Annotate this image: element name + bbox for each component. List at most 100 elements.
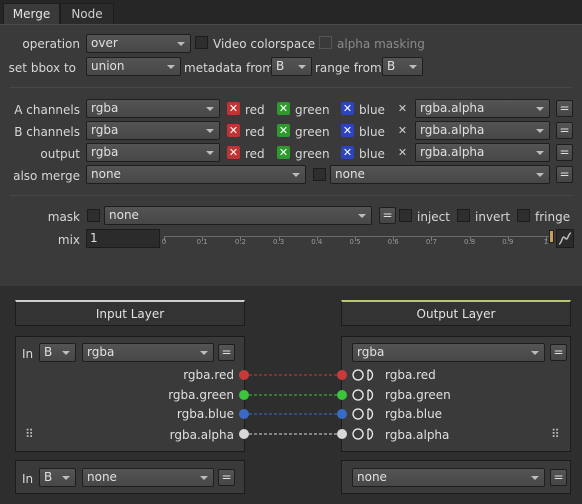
slider-tick-label: 0 (161, 238, 167, 246)
slider-tick-label: 0.3 (273, 238, 285, 246)
b-green-checkbox[interactable]: ✕ (277, 124, 290, 137)
drag-handle-icon[interactable]: ⠿ (551, 427, 560, 441)
tab-node[interactable]: Node (60, 3, 114, 24)
channel-dot[interactable] (239, 390, 249, 400)
b-blue-checkbox[interactable]: ✕ (341, 124, 354, 137)
also-merge-dropdown-1[interactable]: none (86, 165, 306, 184)
channel-mode-icon[interactable] (352, 428, 374, 440)
channel-dot[interactable] (337, 409, 347, 419)
separator (10, 195, 572, 196)
input-layer-link-button[interactable]: = (218, 344, 235, 361)
range-from-dropdown[interactable]: B (382, 57, 423, 76)
output-red-checkbox[interactable]: ✕ (227, 146, 240, 159)
mix-input[interactable]: 1 (86, 229, 160, 248)
output-link-button[interactable]: = (556, 144, 573, 161)
b-channels-link-button[interactable]: = (556, 122, 573, 139)
mask-value: none (109, 208, 139, 222)
separator (10, 87, 572, 88)
b-red-checkbox[interactable]: ✕ (227, 124, 240, 137)
a-alpha-checkbox[interactable]: ✕ (396, 102, 409, 115)
slider-tick-label: 0.5 (349, 238, 361, 246)
channel-dot[interactable] (239, 409, 249, 419)
b-channels-layer-dropdown[interactable]: rgba (86, 121, 220, 140)
chevron-down-icon (536, 107, 544, 111)
mix-slider[interactable]: 0 0.1 0.2 0.3 0.4 0.5 0.6 0.7 0.8 0.9 1 (162, 229, 554, 249)
output-alpha-checkbox[interactable]: ✕ (396, 146, 409, 159)
a-red-checkbox[interactable]: ✕ (227, 102, 240, 115)
input-layer-dropdown[interactable]: rgba (82, 343, 214, 362)
output-channel-blue: rgba.blue (385, 407, 443, 421)
output-blue-checkbox[interactable]: ✕ (341, 146, 354, 159)
tab-merge[interactable]: Merge (3, 3, 60, 24)
operation-label: operation (22, 37, 80, 51)
a-channels-layer-dropdown[interactable]: rgba (86, 99, 220, 118)
animation-curve-button[interactable] (556, 229, 574, 248)
invert-checkbox[interactable] (457, 209, 470, 222)
also-merge-value-1: none (91, 167, 121, 181)
fringe-checkbox[interactable] (517, 209, 530, 222)
input-source-dropdown[interactable]: B (39, 343, 76, 362)
mask-dropdown[interactable]: none (104, 206, 372, 225)
channel-dot[interactable] (239, 429, 249, 439)
output-layer-link-button-2[interactable]: = (550, 469, 567, 486)
also-merge-dropdown-2[interactable]: none (330, 165, 550, 184)
a-red-label: red (245, 103, 265, 117)
also-merge-checkbox[interactable] (313, 168, 326, 181)
mix-slider-ticks: 0 0.1 0.2 0.3 0.4 0.5 0.6 0.7 0.8 0.9 1 (162, 229, 554, 249)
mix-label: mix (57, 233, 80, 247)
output-layer-dropdown-2[interactable]: none (352, 468, 545, 487)
mask-link-button[interactable]: = (379, 207, 396, 224)
set-bbox-dropdown[interactable]: union (86, 57, 181, 76)
a-green-checkbox[interactable]: ✕ (277, 102, 290, 115)
a-channels-link-button[interactable]: = (556, 100, 573, 117)
metadata-from-dropdown[interactable]: B (271, 57, 312, 76)
output-label: output (40, 147, 80, 161)
slider-tick-label: 0.4 (311, 238, 323, 246)
a-blue-checkbox[interactable]: ✕ (341, 102, 354, 115)
channel-dot[interactable] (337, 370, 347, 380)
shuffle-connections (239, 369, 374, 440)
alpha-masking-checkbox[interactable] (319, 36, 332, 49)
input-layer-dropdown-2[interactable]: none (82, 468, 214, 487)
input-source-dropdown-2[interactable]: B (39, 468, 76, 487)
also-merge-value-2: none (335, 167, 365, 181)
tab-bar: Merge Node (0, 0, 582, 24)
chevron-down-icon (536, 129, 544, 133)
operation-dropdown[interactable]: over (86, 34, 191, 53)
b-alpha-value: rgba.alpha (420, 123, 485, 137)
output-layer-dropdown[interactable]: rgba (86, 143, 220, 162)
slider-tick-label: 0.1 (196, 238, 208, 246)
mask-checkbox[interactable] (87, 209, 100, 222)
input-layer-link-button-2[interactable]: = (218, 469, 235, 486)
output-layer-value-2: none (357, 470, 387, 484)
channel-dot[interactable] (337, 429, 347, 439)
channel-mode-icon[interactable] (352, 369, 374, 381)
chevron-down-icon (62, 351, 70, 355)
output-layer-dropdown[interactable]: rgba (352, 343, 545, 362)
also-merge-link-button[interactable]: = (556, 166, 573, 183)
mix-slider-handle[interactable] (549, 230, 554, 243)
fringe-label: fringe (535, 210, 571, 224)
channel-dot[interactable] (239, 370, 249, 380)
chevron-down-icon (200, 351, 208, 355)
output-layer-value: rgba (91, 145, 119, 159)
drag-handle-icon[interactable]: ⠿ (25, 427, 34, 441)
curve-icon (558, 232, 572, 245)
output-alpha-dropdown[interactable]: rgba.alpha (415, 143, 550, 162)
output-green-checkbox[interactable]: ✕ (277, 146, 290, 159)
inject-checkbox[interactable] (399, 209, 412, 222)
channel-dot[interactable] (337, 390, 347, 400)
output-layer-link-button[interactable]: = (550, 344, 567, 361)
output-channel-red: rgba.red (385, 368, 436, 382)
output-alpha-value: rgba.alpha (420, 145, 485, 159)
input-channel-green: rgba.green (168, 388, 234, 402)
b-alpha-checkbox[interactable]: ✕ (396, 124, 409, 137)
a-green-label: green (295, 103, 330, 117)
channel-mode-icon[interactable] (352, 389, 374, 401)
video-colorspace-checkbox[interactable] (195, 36, 208, 49)
channel-mode-icon[interactable] (352, 408, 374, 420)
b-alpha-dropdown[interactable]: rgba.alpha (415, 121, 550, 140)
output-layer-header: Output Layer (341, 300, 571, 326)
b-blue-label: blue (359, 125, 385, 139)
a-alpha-dropdown[interactable]: rgba.alpha (415, 99, 550, 118)
